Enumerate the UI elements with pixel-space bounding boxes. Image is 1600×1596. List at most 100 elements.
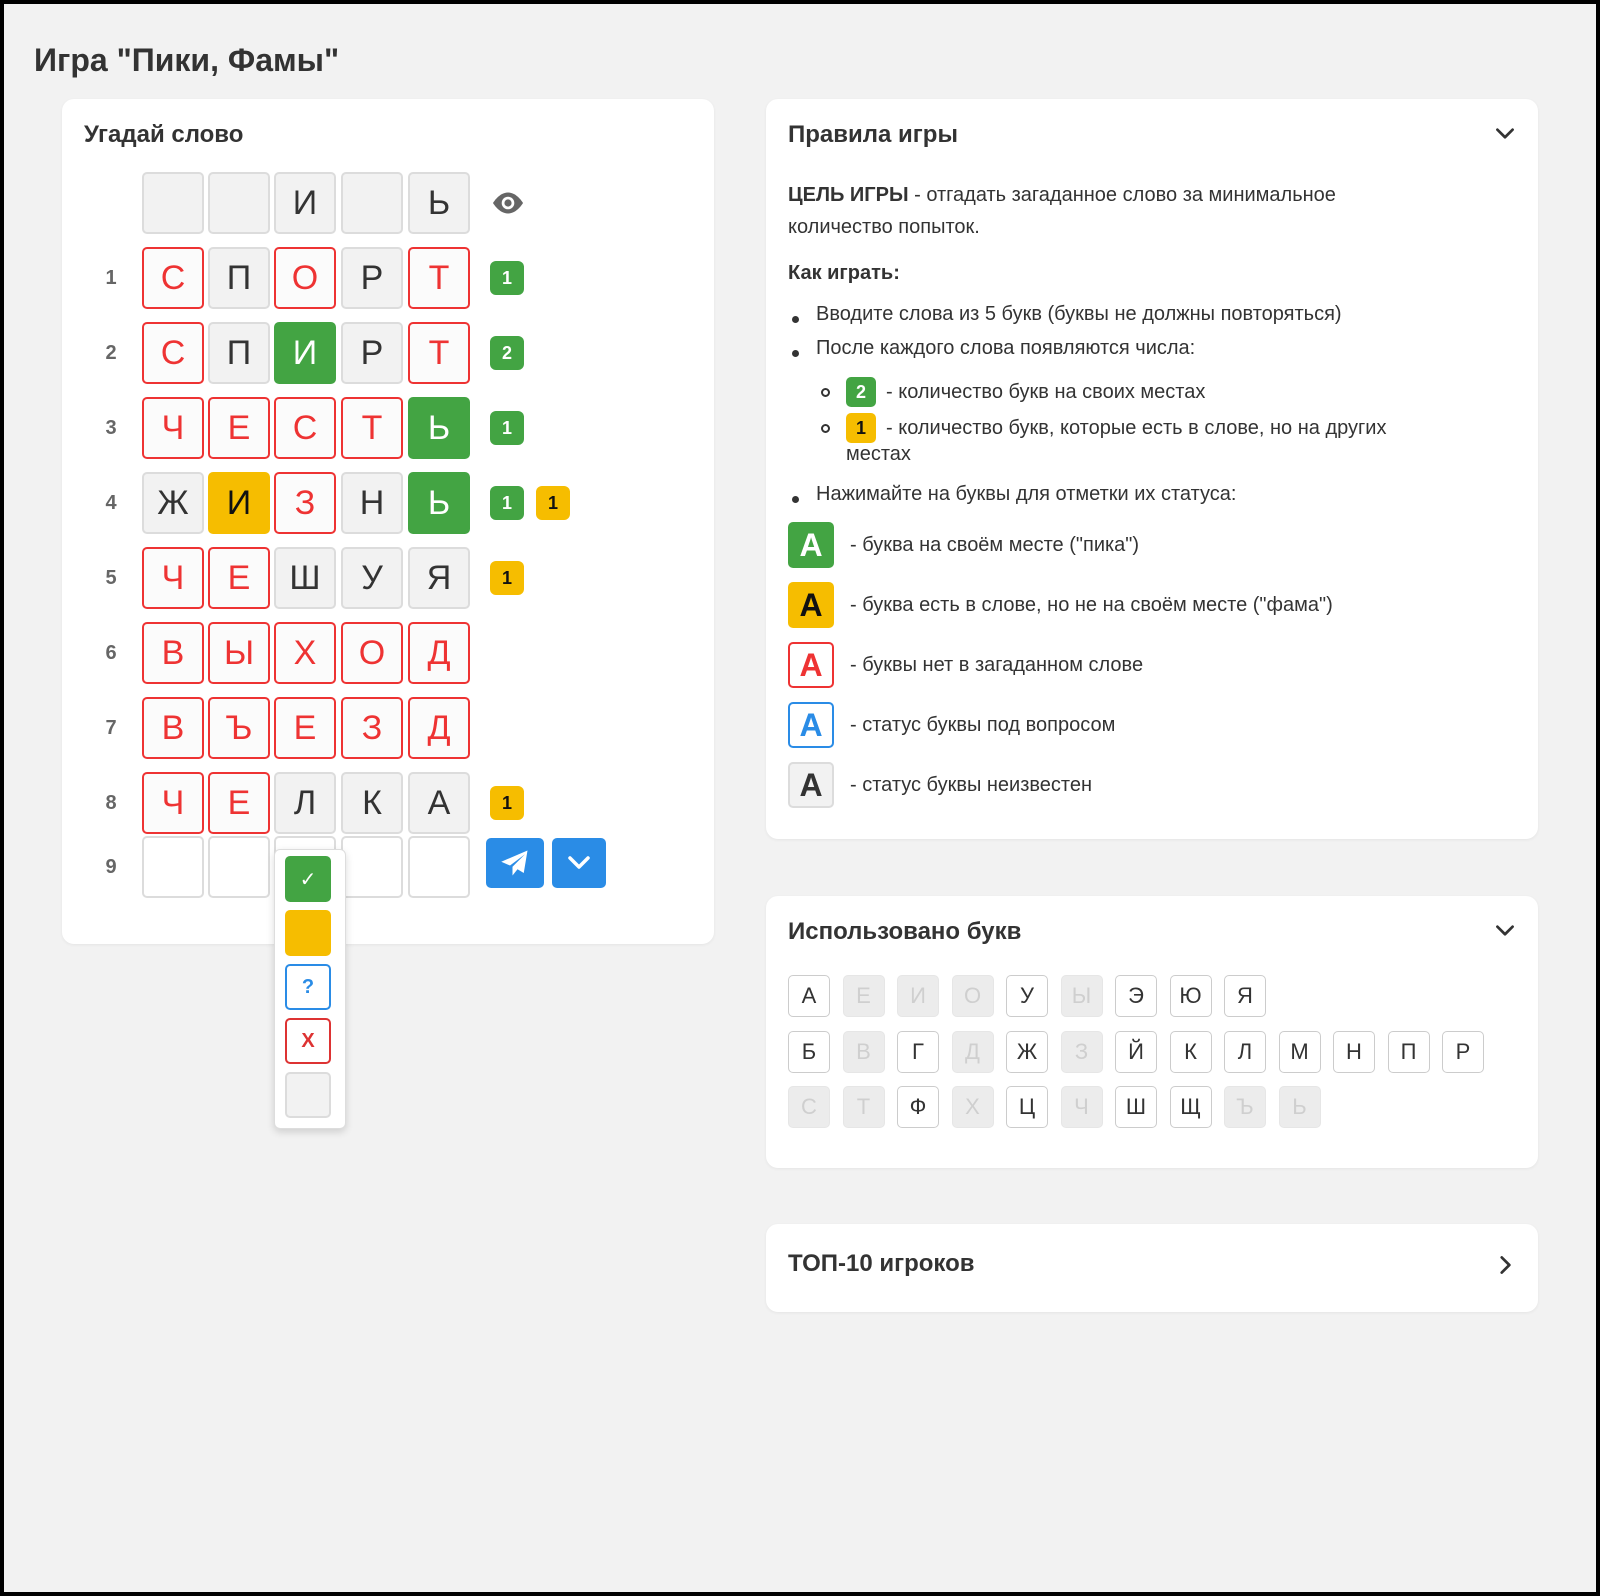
input-cell[interactable] (208, 836, 270, 898)
letter-cell[interactable]: З (341, 697, 403, 759)
letter-key[interactable]: И (897, 975, 939, 1017)
letter-cell[interactable]: Е (274, 697, 336, 759)
letter-key[interactable]: Ш (1115, 1086, 1157, 1128)
letter-cell[interactable]: В (142, 697, 204, 759)
letter-cell[interactable]: А (408, 772, 470, 834)
letter-key[interactable]: П (1387, 1031, 1430, 1073)
letter-cell[interactable]: Е (208, 772, 270, 834)
pika-count-badge: 1 (490, 411, 524, 445)
letter-key[interactable]: Ц (1006, 1086, 1048, 1128)
letter-key[interactable]: Я (1224, 975, 1266, 1017)
letter-cell[interactable]: К (341, 772, 403, 834)
letter-key[interactable]: З (1060, 1031, 1103, 1073)
expand-button[interactable] (552, 838, 606, 888)
letter-cell[interactable]: Д (408, 697, 470, 759)
send-button[interactable] (486, 838, 544, 888)
letter-cell[interactable]: Т (408, 247, 470, 309)
letter-cell[interactable]: Т (341, 397, 403, 459)
letter-cell[interactable]: Т (408, 322, 470, 384)
letter-cell[interactable]: Ч (142, 547, 204, 609)
chevron-right-icon[interactable] (1492, 1252, 1518, 1278)
letter-key[interactable]: Т (842, 1086, 885, 1128)
letter-key[interactable]: Р (1442, 1031, 1484, 1073)
letter-key[interactable]: О (951, 975, 994, 1017)
status-option-yellow[interactable] (285, 910, 331, 956)
status-option-cross[interactable]: X (285, 1018, 331, 1064)
letter-key[interactable]: А (788, 975, 830, 1017)
letter-key[interactable]: Ю (1169, 975, 1212, 1017)
bullet (792, 496, 799, 503)
letter-key[interactable]: Ъ (1224, 1086, 1266, 1128)
letter-key[interactable]: М (1278, 1031, 1321, 1073)
guess-row: 3 ЧЕСТЬ1 (62, 397, 714, 459)
letter-cell[interactable]: Ь (408, 397, 470, 459)
status-option-unknown[interactable] (285, 1072, 331, 1118)
chevron-down-icon[interactable] (1492, 918, 1518, 944)
letter-cell[interactable]: Л (274, 772, 336, 834)
letter-cell[interactable]: П (208, 322, 270, 384)
letter-key[interactable]: Н (1333, 1031, 1375, 1073)
letter-key[interactable]: Е (842, 975, 885, 1017)
letter-key[interactable]: Г (897, 1031, 939, 1073)
letter-cell[interactable]: И (208, 472, 270, 534)
letter-cell[interactable]: У (341, 547, 403, 609)
letter-cell[interactable]: О (341, 622, 403, 684)
letter-key[interactable]: Ф (897, 1086, 939, 1128)
letter-cell[interactable]: Ж (142, 472, 204, 534)
letter-cell[interactable]: П (208, 247, 270, 309)
letter-key[interactable]: Ч (1060, 1086, 1103, 1128)
letter-key[interactable]: К (1169, 1031, 1212, 1073)
letter-key[interactable]: Щ (1169, 1086, 1212, 1128)
letter-cell[interactable]: В (142, 622, 204, 684)
letter-cell[interactable]: С (142, 247, 204, 309)
letter-cell[interactable]: Н (341, 472, 403, 534)
letter-cell[interactable]: Р (341, 322, 403, 384)
letter-cell[interactable]: Е (208, 547, 270, 609)
letter-key[interactable]: У (1006, 975, 1048, 1017)
letter-key[interactable]: Ь (1278, 1086, 1321, 1128)
answer-cell[interactable]: Ь (408, 172, 470, 234)
letter-cell[interactable]: Ь (408, 472, 470, 534)
chevron-down-icon[interactable] (1492, 121, 1518, 147)
letter-cell[interactable]: Ш (274, 547, 336, 609)
row-number: 2 (105, 342, 117, 364)
letter-key[interactable]: Й (1115, 1031, 1157, 1073)
legend-blue-text: - статус буквы под вопросом (850, 714, 1116, 736)
input-cell[interactable] (142, 836, 204, 898)
letter-key[interactable]: Ж (1006, 1031, 1048, 1073)
letter-cell[interactable]: Ч (142, 397, 204, 459)
letter-cell[interactable]: Е (208, 397, 270, 459)
letter-key[interactable]: Л (1224, 1031, 1266, 1073)
letter-cell[interactable]: Ъ (208, 697, 270, 759)
letter-key[interactable]: Х (951, 1086, 994, 1128)
answer-cell[interactable]: И (274, 172, 336, 234)
answer-cell[interactable] (341, 172, 403, 234)
eye-icon[interactable] (490, 188, 526, 218)
letter-key[interactable]: Ы (1060, 975, 1103, 1017)
answer-cell[interactable] (208, 172, 270, 234)
input-cell[interactable] (408, 836, 470, 898)
letter-key[interactable]: Э (1115, 975, 1157, 1017)
input-cell[interactable] (341, 836, 403, 898)
letter-key[interactable]: Д (951, 1031, 994, 1073)
letter-cell[interactable]: С (274, 397, 336, 459)
answer-cell[interactable] (142, 172, 204, 234)
letter-cell[interactable]: Я (408, 547, 470, 609)
top-players-card[interactable]: ТОП-10 игроков (766, 1224, 1538, 1312)
letter-cell[interactable]: Ы (208, 622, 270, 684)
rules-sub-2: - количество букв, которые есть в слове,… (886, 417, 1387, 439)
letter-cell[interactable]: Ч (142, 772, 204, 834)
letter-key[interactable]: Б (788, 1031, 830, 1073)
letter-cell[interactable]: Р (341, 247, 403, 309)
letter-cell[interactable]: С (142, 322, 204, 384)
letter-cell[interactable]: Х (274, 622, 336, 684)
row-number: 1 (105, 267, 117, 289)
status-option-green[interactable]: ✓ (285, 856, 331, 902)
letter-key[interactable]: С (788, 1086, 830, 1128)
letter-key[interactable]: В (842, 1031, 885, 1073)
status-option-question[interactable]: ? (285, 964, 331, 1010)
letter-cell[interactable]: И (274, 322, 336, 384)
letter-cell[interactable]: О (274, 247, 336, 309)
letter-cell[interactable]: З (274, 472, 336, 534)
letter-cell[interactable]: Д (408, 622, 470, 684)
